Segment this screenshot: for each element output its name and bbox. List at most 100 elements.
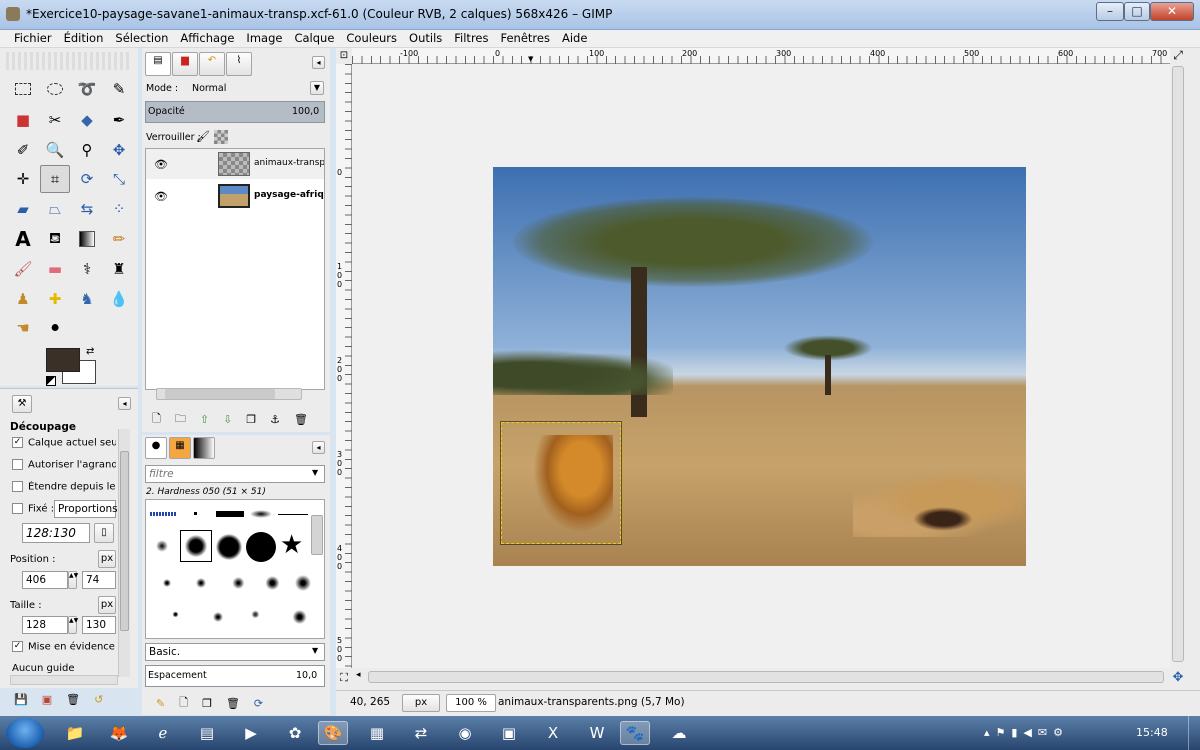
rect-select-icon[interactable] (8, 75, 38, 103)
cage-transform-icon[interactable]: ⁘ (104, 195, 134, 223)
brush-filter-input[interactable]: filtre (145, 465, 325, 483)
brush-item[interactable] (156, 540, 168, 552)
new-layer-group-icon[interactable]: 🗀 (175, 410, 186, 429)
blur-icon[interactable]: 💧 (104, 285, 134, 313)
app-icon[interactable]: ▤ (192, 721, 222, 745)
lock-alpha-icon[interactable] (214, 130, 228, 144)
brush-item[interactable] (250, 510, 272, 518)
ellipse-select-icon[interactable] (40, 75, 70, 103)
quick-mask-menu-icon[interactable]: ⊡ (336, 48, 352, 64)
brush-item[interactable] (216, 511, 244, 517)
menu-filtres[interactable]: Filtres (448, 30, 494, 46)
excel-icon[interactable]: X (538, 721, 568, 745)
heal-icon[interactable]: ✚ (40, 285, 70, 313)
brush-item[interactable] (194, 512, 197, 515)
position-x-input[interactable]: 406 (22, 571, 68, 589)
tool-options-hscrollbar[interactable] (10, 675, 118, 685)
guides-select[interactable]: Aucun guide (12, 663, 75, 674)
gimp-taskbar-icon[interactable]: 🐾 (620, 721, 650, 745)
horizontal-scrollbar[interactable]: ◂ (352, 670, 1170, 684)
menu-image[interactable]: Image (240, 30, 288, 46)
brush-scrollbar-thumb[interactable] (311, 515, 323, 555)
swap-colors-icon[interactable]: ⇄ (86, 346, 94, 357)
tab-layers[interactable]: ▤ (145, 52, 171, 76)
ratio-input[interactable]: 128:130 (22, 523, 90, 543)
firefox-icon[interactable]: 🦊 (104, 721, 134, 745)
ink-icon[interactable]: ♜ (104, 255, 134, 283)
brush-row-splatter[interactable] (150, 568, 320, 598)
mode-select[interactable]: Normal (192, 83, 226, 94)
smudge-icon[interactable]: ☚ (8, 314, 38, 342)
lock-pixels-icon[interactable]: 🖌 (196, 130, 210, 143)
brush-grid[interactable]: ★ (145, 499, 325, 639)
scroll-left-icon[interactable]: ◂ (356, 670, 361, 680)
save-options-icon[interactable]: 💾 (14, 693, 28, 706)
mode-dropdown-icon[interactable]: ▼ (310, 81, 324, 95)
clone-icon[interactable]: ♟ (8, 285, 38, 313)
layers-hscrollbar[interactable] (156, 388, 302, 400)
menu-calque[interactable]: Calque (288, 30, 340, 46)
fixed-mode-select[interactable]: Proportions (54, 500, 118, 518)
brush-item[interactable] (216, 534, 242, 560)
brush-item[interactable] (278, 514, 308, 515)
layer-row[interactable]: 👁 paysage-afrique (146, 181, 324, 211)
menu-couleurs[interactable]: Couleurs (340, 30, 403, 46)
delete-options-icon[interactable]: 🗑 (66, 693, 80, 706)
allow-growing-checkbox[interactable]: Autoriser l'agrandisse (12, 459, 116, 471)
scale-icon[interactable]: ⤡ (104, 165, 134, 193)
zoom-to-window-icon[interactable]: ⤢ (1170, 48, 1186, 64)
panel-menu-icon[interactable]: ◂ (312, 441, 325, 454)
shear-icon[interactable]: ▰ (8, 195, 38, 223)
anchor-layer-icon[interactable]: ⚓ (270, 413, 280, 426)
tab-undo[interactable]: ↶ (199, 52, 225, 76)
layer-row[interactable]: 👁 animaux-transpa (146, 149, 324, 179)
perspective-icon[interactable]: ⏢ (40, 195, 70, 223)
tab-paths[interactable]: ⌇ (226, 52, 252, 76)
move-icon[interactable]: ✥ (104, 136, 134, 164)
size-width-input[interactable]: 128 (22, 616, 68, 634)
restore-options-icon[interactable]: ▣ (42, 693, 52, 706)
tab-gradients[interactable] (193, 437, 215, 459)
unit-select[interactable]: px (402, 694, 440, 712)
tool-options-tab-icon[interactable]: ⚒ (12, 395, 32, 413)
select-by-color-icon[interactable]: ■ (8, 106, 38, 134)
navigate-icon[interactable]: ⛶ (336, 668, 352, 688)
tab-patterns[interactable]: ▦ (169, 437, 191, 459)
canvas-area[interactable] (352, 64, 1170, 668)
delete-brush-icon[interactable]: 🗑 (226, 697, 240, 710)
ie-icon[interactable]: ℯ (148, 721, 178, 745)
delete-layer-icon[interactable]: 🗑 (294, 413, 308, 426)
word-icon[interactable]: W (582, 721, 612, 745)
portrait-landscape-icon[interactable]: ▯ (94, 523, 114, 543)
brush-item[interactable] (246, 532, 276, 562)
expand-center-checkbox[interactable]: Étendre depuis le cen (12, 481, 116, 493)
clock[interactable]: 15:48 (1136, 726, 1168, 739)
color-picker-icon[interactable]: ✐ (8, 136, 38, 164)
panel-menu-icon[interactable]: ◂ (312, 56, 325, 69)
app-icon[interactable]: ☁ (664, 721, 694, 745)
refresh-brushes-icon[interactable]: ⟳ (254, 697, 263, 710)
eye-icon[interactable]: 👁 (154, 158, 168, 171)
scrollbar-thumb[interactable] (1172, 66, 1184, 662)
duplicate-layer-icon[interactable]: ❐ (246, 413, 256, 426)
scrollbar-thumb[interactable] (120, 451, 129, 631)
eye-icon[interactable]: 👁 (154, 190, 168, 203)
tab-brushes[interactable]: ● (145, 437, 167, 459)
vertical-scrollbar[interactable] (1170, 64, 1186, 668)
menu-fenetres[interactable]: Fenêtres (495, 30, 556, 46)
maximize-button[interactable]: □ (1124, 2, 1150, 21)
position-x-spinner-icon[interactable]: ▲▼ (68, 571, 78, 589)
menu-edition[interactable]: Édition (58, 30, 110, 46)
paint-app-icon[interactable]: 🎨 (318, 721, 348, 745)
filter-dropdown-icon[interactable]: ▼ (312, 468, 318, 477)
scrollbar-thumb[interactable] (165, 389, 275, 399)
pencil-icon[interactable]: ✏ (104, 225, 134, 253)
crop-selection[interactable] (500, 421, 622, 545)
app-icon[interactable]: ✿ (280, 721, 310, 745)
new-layer-icon[interactable]: 🗋 (152, 410, 161, 429)
horizontal-ruler[interactable]: -100 0 100 200 300 400 500 600 700 ▼ (352, 48, 1170, 64)
dodge-burn-icon[interactable]: ⚫ (40, 314, 70, 342)
scrollbar-thumb[interactable] (368, 671, 1164, 683)
eraser-icon[interactable]: ▬ (40, 255, 70, 283)
brush-row-texture[interactable] (150, 604, 320, 630)
